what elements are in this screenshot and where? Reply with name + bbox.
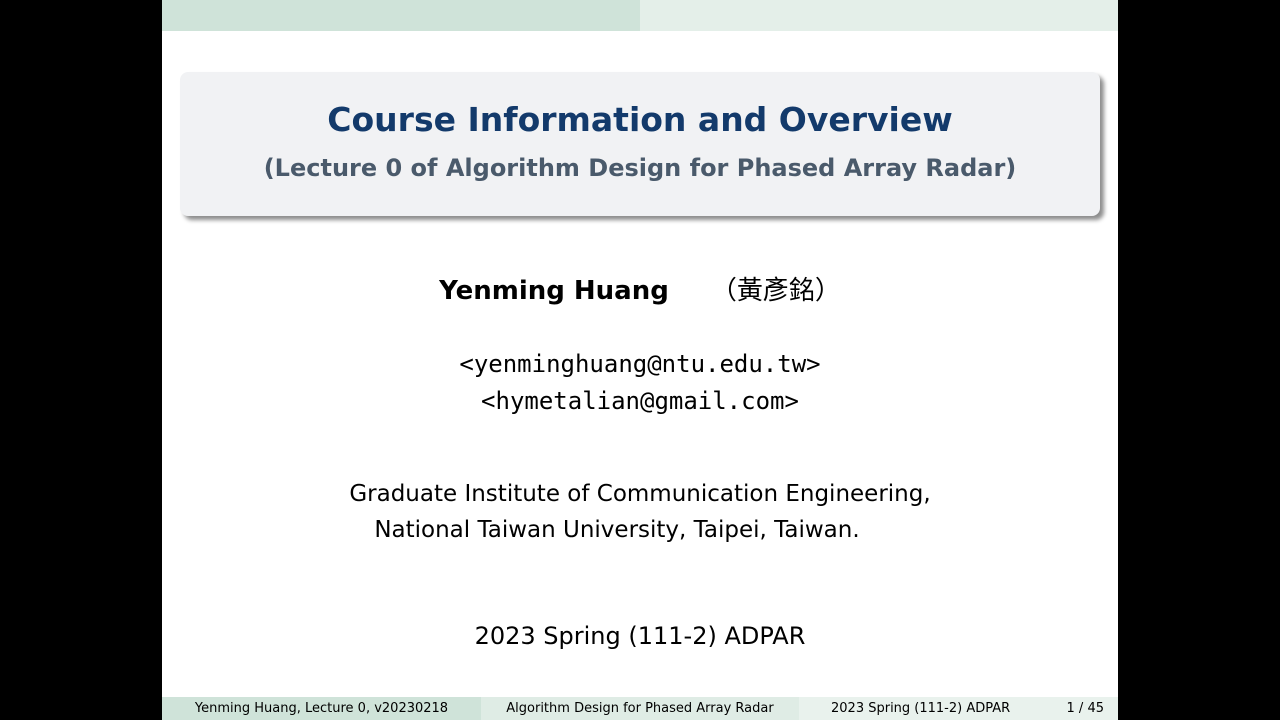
title-box: Course Information and Overview (Lecture… [180, 72, 1100, 216]
slide: Course Information and Overview (Lecture… [162, 0, 1118, 720]
author-name-cjk: （黃彥銘） [710, 276, 841, 306]
slide-title: Course Information and Overview [327, 100, 953, 139]
footer-page-number: 1 / 45 [1066, 701, 1104, 716]
email-ntu: <yenminghuang@ntu.edu.tw> [459, 350, 821, 378]
affiliation-line-1: Graduate Institute of Communication Engi… [349, 481, 931, 507]
footer: Yenming Huang, Lecture 0, v20230218 Algo… [162, 697, 1118, 720]
headline-band-left [162, 0, 640, 31]
footer-course-title: Algorithm Design for Phased Array Radar [481, 697, 799, 720]
headline-band-right [640, 0, 1118, 31]
footer-author: Yenming Huang, Lecture 0, v20230218 [162, 697, 481, 720]
footer-term: 2023 Spring (111-2) ADPAR [831, 701, 1011, 716]
affiliation-line-2: National Taiwan University, Taipei, Taiw… [374, 517, 860, 543]
slide-subtitle: (Lecture 0 of Algorithm Design for Phase… [263, 154, 1017, 182]
author-line: Yenming Huang （黃彥銘） [162, 270, 1118, 307]
course-term: 2023 Spring (111-2) ADPAR [474, 622, 806, 650]
author-name: Yenming Huang [439, 276, 669, 306]
footer-term-page: 2023 Spring (111-2) ADPAR 1 / 45 [799, 697, 1118, 720]
email-gmail: <hymetalian@gmail.com> [481, 387, 799, 415]
